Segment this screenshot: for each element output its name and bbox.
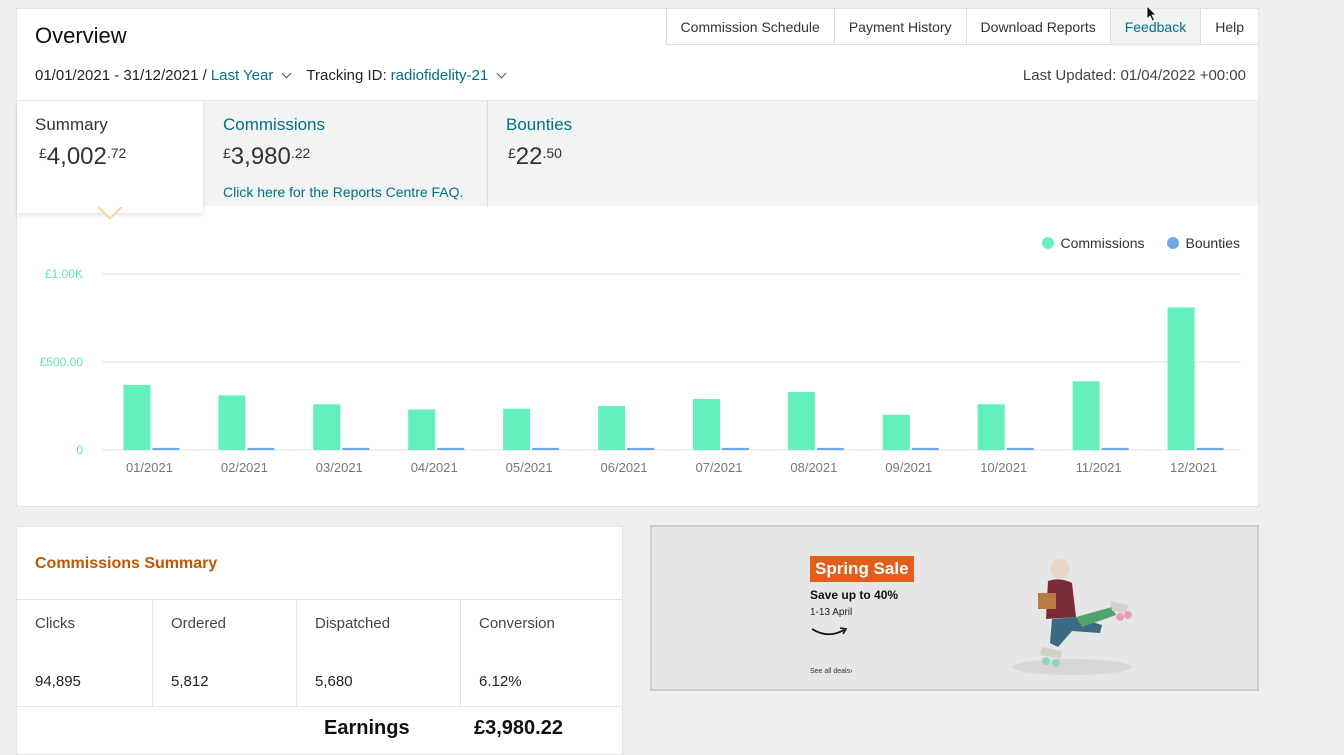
- tab-payment-history[interactable]: Payment History: [833, 9, 966, 45]
- bar-commissions-02/2021[interactable]: [218, 395, 246, 450]
- x-tick-label: 09/2021: [885, 460, 932, 475]
- tracking-label: Tracking ID:: [306, 67, 387, 84]
- bar-bounties-04/2021[interactable]: [437, 447, 465, 450]
- bar-commissions-05/2021[interactable]: [503, 408, 531, 450]
- dispatched-column: Dispatched 5,680: [297, 600, 461, 706]
- bar-commissions-06/2021[interactable]: [598, 406, 626, 450]
- bar-bounties-09/2021[interactable]: [911, 447, 939, 450]
- bar-commissions-03/2021[interactable]: [313, 404, 341, 450]
- summary-label: Summary: [35, 115, 108, 134]
- bar-bounties-05/2021[interactable]: [532, 447, 560, 450]
- x-tick-label: 07/2021: [695, 460, 742, 475]
- bar-bounties-03/2021[interactable]: [342, 447, 370, 450]
- clicks-value: 94,895: [35, 673, 81, 690]
- date-range: 01/01/2021 - 31/12/2021 /: [35, 67, 207, 84]
- bar-bounties-02/2021[interactable]: [247, 447, 275, 450]
- summary-value: £4,002.72: [39, 143, 127, 170]
- clicks-header: Clicks: [35, 615, 75, 632]
- ordered-column: Ordered 5,812: [153, 600, 297, 706]
- selected-tab-caret: [97, 206, 123, 220]
- bar-commissions-07/2021[interactable]: [692, 398, 720, 450]
- bar-commissions-04/2021[interactable]: [408, 409, 436, 450]
- spring-sale-banner[interactable]: Spring Sale Save up to 40% 1-13 April Se…: [650, 525, 1259, 691]
- bounties-label[interactable]: Bounties: [506, 115, 572, 135]
- bar-commissions-01/2021[interactable]: [123, 384, 151, 450]
- bar-commissions-08/2021[interactable]: [787, 391, 815, 450]
- overview-panel: Overview Commission Schedule Payment His…: [16, 8, 1259, 507]
- earnings-label: Earnings: [324, 717, 410, 739]
- last-updated: Last Updated: 01/04/2022 +00:00: [1022, 67, 1246, 84]
- x-tick-label: 01/2021: [126, 460, 173, 475]
- y-tick-label: 0: [76, 443, 83, 457]
- ordered-header: Ordered: [171, 615, 227, 632]
- bar-bounties-10/2021[interactable]: [1006, 447, 1034, 450]
- bounties-value: £22.50: [508, 143, 562, 170]
- bar-commissions-10/2021[interactable]: [977, 404, 1005, 450]
- x-tick-label: 08/2021: [790, 460, 837, 475]
- chevron-down-icon[interactable]: [281, 68, 292, 79]
- commissions-summary-title: Commissions Summary: [35, 555, 218, 572]
- roller-skater-illustration-icon: [1012, 559, 1132, 675]
- earnings-bar-chart: 0 £500.00 £1.00K 01/2021 02/2021 03/2021 04/20…: [40, 267, 1241, 475]
- bar-bounties-01/2021[interactable]: [152, 447, 180, 450]
- bounties-tab[interactable]: Bounties £22.50: [488, 101, 1258, 207]
- bar-commissions-09/2021[interactable]: [882, 414, 910, 450]
- tab-download-reports[interactable]: Download Reports: [965, 9, 1110, 45]
- summary-tab[interactable]: Summary £4,002.72: [17, 101, 203, 213]
- conversion-header: Conversion: [479, 615, 555, 632]
- dispatched-value: 5,680: [315, 673, 353, 690]
- ad-see-all-link[interactable]: See all deals›: [810, 668, 852, 675]
- date-filter-bar: 01/01/2021 - 31/12/2021 / Last Year Trac…: [35, 67, 517, 84]
- tracking-id-dropdown[interactable]: radiofidelity-21: [391, 67, 489, 84]
- reports-faq-link[interactable]: Click here for the Reports Centre FAQ.: [223, 184, 463, 200]
- dispatched-header: Dispatched: [315, 615, 391, 632]
- amazon-smile-icon: [811, 627, 848, 636]
- top-tabs: Commission Schedule Payment History Down…: [665, 9, 1258, 45]
- clicks-column: Clicks 94,895: [17, 600, 153, 706]
- conversion-column: Conversion 6.12%: [461, 600, 622, 706]
- commissions-label[interactable]: Commissions: [223, 115, 325, 135]
- tab-help[interactable]: Help: [1200, 9, 1258, 45]
- x-tick-label: 02/2021: [221, 460, 268, 475]
- bar-bounties-07/2021[interactable]: [721, 447, 749, 450]
- commissions-tab[interactable]: Commissions £3,980.22 Click here for the…: [203, 101, 488, 207]
- x-tick-label: 05/2021: [506, 460, 553, 475]
- x-tick-label: 12/2021: [1170, 460, 1217, 475]
- x-tick-label: 10/2021: [980, 460, 1027, 475]
- ordered-value: 5,812: [171, 673, 209, 690]
- conversion-value: 6.12%: [479, 673, 522, 690]
- y-tick-label: £1.00K: [45, 267, 83, 281]
- ad-dates: 1-13 April: [810, 607, 853, 618]
- period-dropdown[interactable]: Last Year: [211, 67, 274, 84]
- y-tick-label: £500.00: [40, 355, 84, 369]
- earnings-value: £3,980.22: [474, 717, 563, 739]
- bar-bounties-11/2021[interactable]: [1101, 447, 1129, 450]
- ad-badge: Spring Sale: [810, 556, 914, 582]
- summary-grid: Clicks 94,895 Ordered 5,812 Dispatched 5…: [17, 599, 622, 707]
- x-tick-label: 11/2021: [1076, 460, 1122, 475]
- bar-commissions-11/2021[interactable]: [1072, 381, 1100, 450]
- x-tick-label: 06/2021: [601, 460, 648, 475]
- bar-bounties-06/2021[interactable]: [627, 447, 655, 450]
- bar-commissions-12/2021[interactable]: [1167, 307, 1195, 450]
- x-tick-label: 03/2021: [316, 460, 363, 475]
- mouse-cursor-icon: [1146, 5, 1157, 22]
- x-tick-label: 04/2021: [411, 460, 458, 475]
- tab-commission-schedule[interactable]: Commission Schedule: [665, 9, 834, 45]
- ad-headline: Save up to 40%: [810, 588, 899, 602]
- page-title: Overview: [35, 23, 127, 48]
- commissions-summary-panel: Commissions Summary Clicks 94,895 Ordere…: [16, 526, 623, 755]
- commissions-value: £3,980.22: [223, 143, 311, 170]
- bar-bounties-12/2021[interactable]: [1196, 447, 1224, 450]
- chevron-down-icon[interactable]: [496, 68, 507, 79]
- stats-row: Summary £4,002.72 Commissions £3,980.22 …: [17, 100, 1258, 213]
- bar-bounties-08/2021[interactable]: [816, 447, 844, 450]
